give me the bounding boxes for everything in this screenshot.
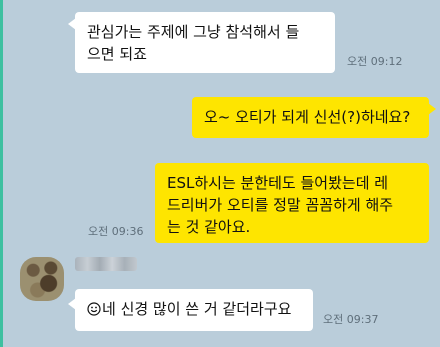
message-timestamp: 오전 09:12 xyxy=(347,55,403,68)
message-text-line: 는 것 같아요. xyxy=(167,218,251,236)
message-bubble-outgoing[interactable]: ESL하시는 분한테도 들어봤는데 레 드리버가 오티를 정말 꼼꼼하게 해주 … xyxy=(155,163,429,243)
message-text-line: 드리버가 오티를 정말 꼼꼼하게 해주 xyxy=(167,196,394,214)
message-text-line: 으면 되죠 xyxy=(87,45,147,63)
message-bubble-incoming[interactable]: 네 신경 많이 쓴 거 같더라구요 xyxy=(75,289,313,331)
message-bubble-incoming[interactable]: 관심가는 주제에 그냥 참석해서 들 으면 되죠 xyxy=(75,12,335,73)
message-bubble-outgoing[interactable]: 오~ 오티가 되게 신선(?)하네요? xyxy=(192,97,429,138)
smiley-icon xyxy=(87,300,102,318)
sender-name-blurred xyxy=(75,257,137,271)
message-timestamp: 오전 09:37 xyxy=(323,313,379,326)
message-text-line: ESL하시는 분한테도 들어봤는데 레 xyxy=(167,174,389,192)
bubble-tail xyxy=(428,103,436,115)
message-text-line: 오~ 오티가 되게 신선(?)하네요? xyxy=(204,108,411,126)
message-timestamp: 오전 09:36 xyxy=(88,225,144,238)
avatar[interactable] xyxy=(20,257,64,301)
message-text-line: 관심가는 주제에 그냥 참석해서 들 xyxy=(87,23,300,41)
left-edge-bar xyxy=(0,0,3,347)
message-text-line: 네 신경 많이 쓴 거 같더라구요 xyxy=(102,300,292,318)
